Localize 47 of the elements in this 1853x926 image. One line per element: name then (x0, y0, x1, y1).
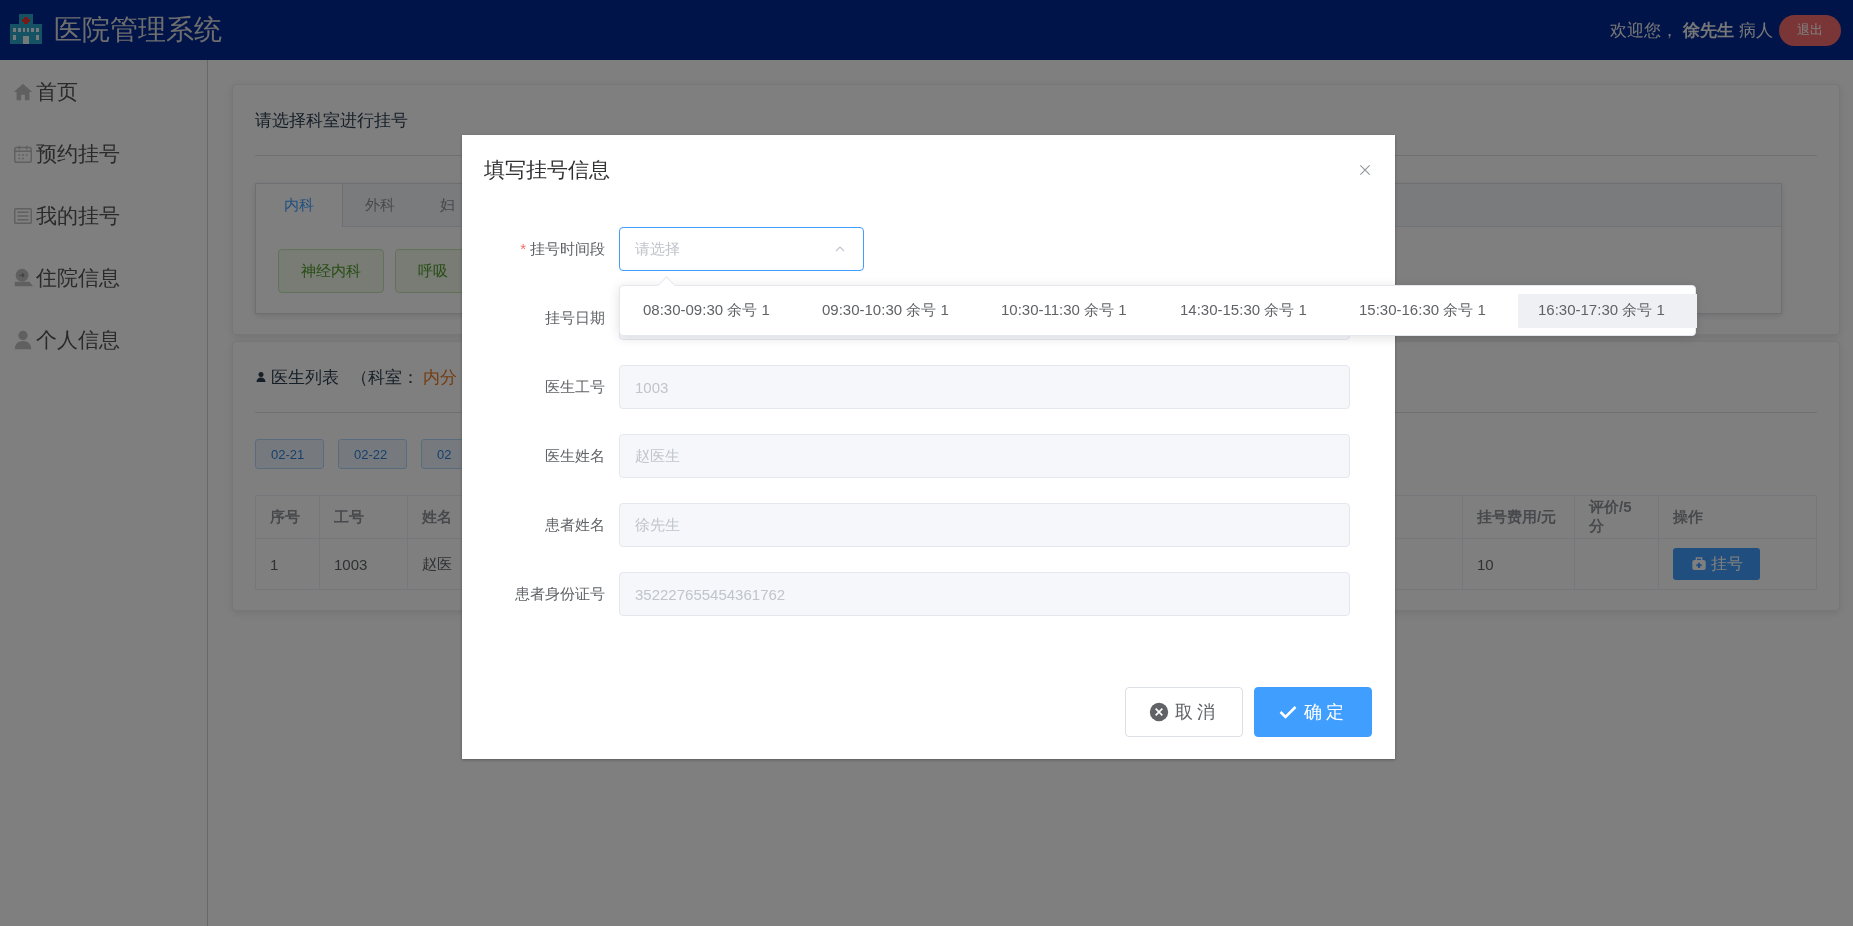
dialog-title: 填写挂号信息 (484, 157, 610, 183)
department-button[interactable]: 神经内科 (278, 249, 384, 293)
confirm-button[interactable]: 确定 (1254, 687, 1372, 737)
app-title: 医院管理系统 (54, 13, 222, 47)
medical-kit-icon (1690, 556, 1707, 572)
sidebar-item[interactable]: 我的挂号 (0, 185, 207, 247)
table-cell: 1003 (319, 538, 408, 590)
table-cell: 1 (255, 538, 320, 590)
card-title: 医生列表 (271, 366, 339, 389)
sidebar-item[interactable]: 住院信息 (0, 247, 207, 309)
cancel-button[interactable]: 取消 (1125, 687, 1243, 737)
department-label: （科室： (351, 366, 419, 389)
select-field[interactable]: 请选择 (619, 227, 864, 271)
sidebar-item[interactable]: 个人信息 (0, 309, 207, 371)
dropdown-option[interactable]: 14:30-15:30 余号 1 (1160, 293, 1339, 328)
dropdown-option[interactable]: 09:30-10:30 余号 1 (802, 293, 981, 328)
field-label: 挂号时间段 (530, 239, 605, 259)
table-cell: 10 (1462, 538, 1575, 590)
user-icon (12, 329, 34, 351)
department-name: 内分 (423, 366, 457, 389)
field-label: 患者姓名 (545, 515, 605, 535)
field-label: 挂号日期 (545, 308, 605, 328)
logout-button[interactable]: 退出 (1779, 14, 1841, 46)
required-mark: * (520, 239, 526, 259)
dropdown-option[interactable]: 10:30-11:30 余号 1 (981, 293, 1160, 328)
field-label: 医生姓名 (545, 446, 605, 466)
dropdown-option[interactable]: 08:30-09:30 余号 1 (623, 293, 802, 328)
close-circle-icon (1149, 702, 1169, 722)
card-title: 请选择科室进行挂号 (255, 109, 408, 132)
department-tab[interactable]: 内科 (256, 184, 343, 227)
user-name: 徐先生 (1683, 19, 1734, 42)
user-role: 病人 (1739, 19, 1773, 42)
dropdown-option[interactable]: 15:30-16:30 余号 1 (1339, 293, 1518, 328)
date-button[interactable]: 02-21 (255, 439, 324, 469)
field-label: 医生工号 (545, 377, 605, 397)
close-icon[interactable] (1357, 162, 1373, 178)
greeting-text: 欢迎您， (1610, 19, 1678, 42)
register-button[interactable]: 挂号 (1673, 548, 1760, 580)
home-icon (12, 81, 34, 103)
dropdown-option[interactable]: 16:30-17:30 余号 1 (1518, 293, 1697, 328)
sidebar-item[interactable]: 预约挂号 (0, 123, 207, 185)
sidebar-item[interactable]: 首页 (0, 61, 207, 123)
person-icon (12, 267, 34, 289)
calendar-icon (12, 143, 34, 165)
date-button[interactable]: 02-22 (338, 439, 407, 469)
user-icon (255, 371, 267, 383)
list-icon (12, 205, 34, 227)
